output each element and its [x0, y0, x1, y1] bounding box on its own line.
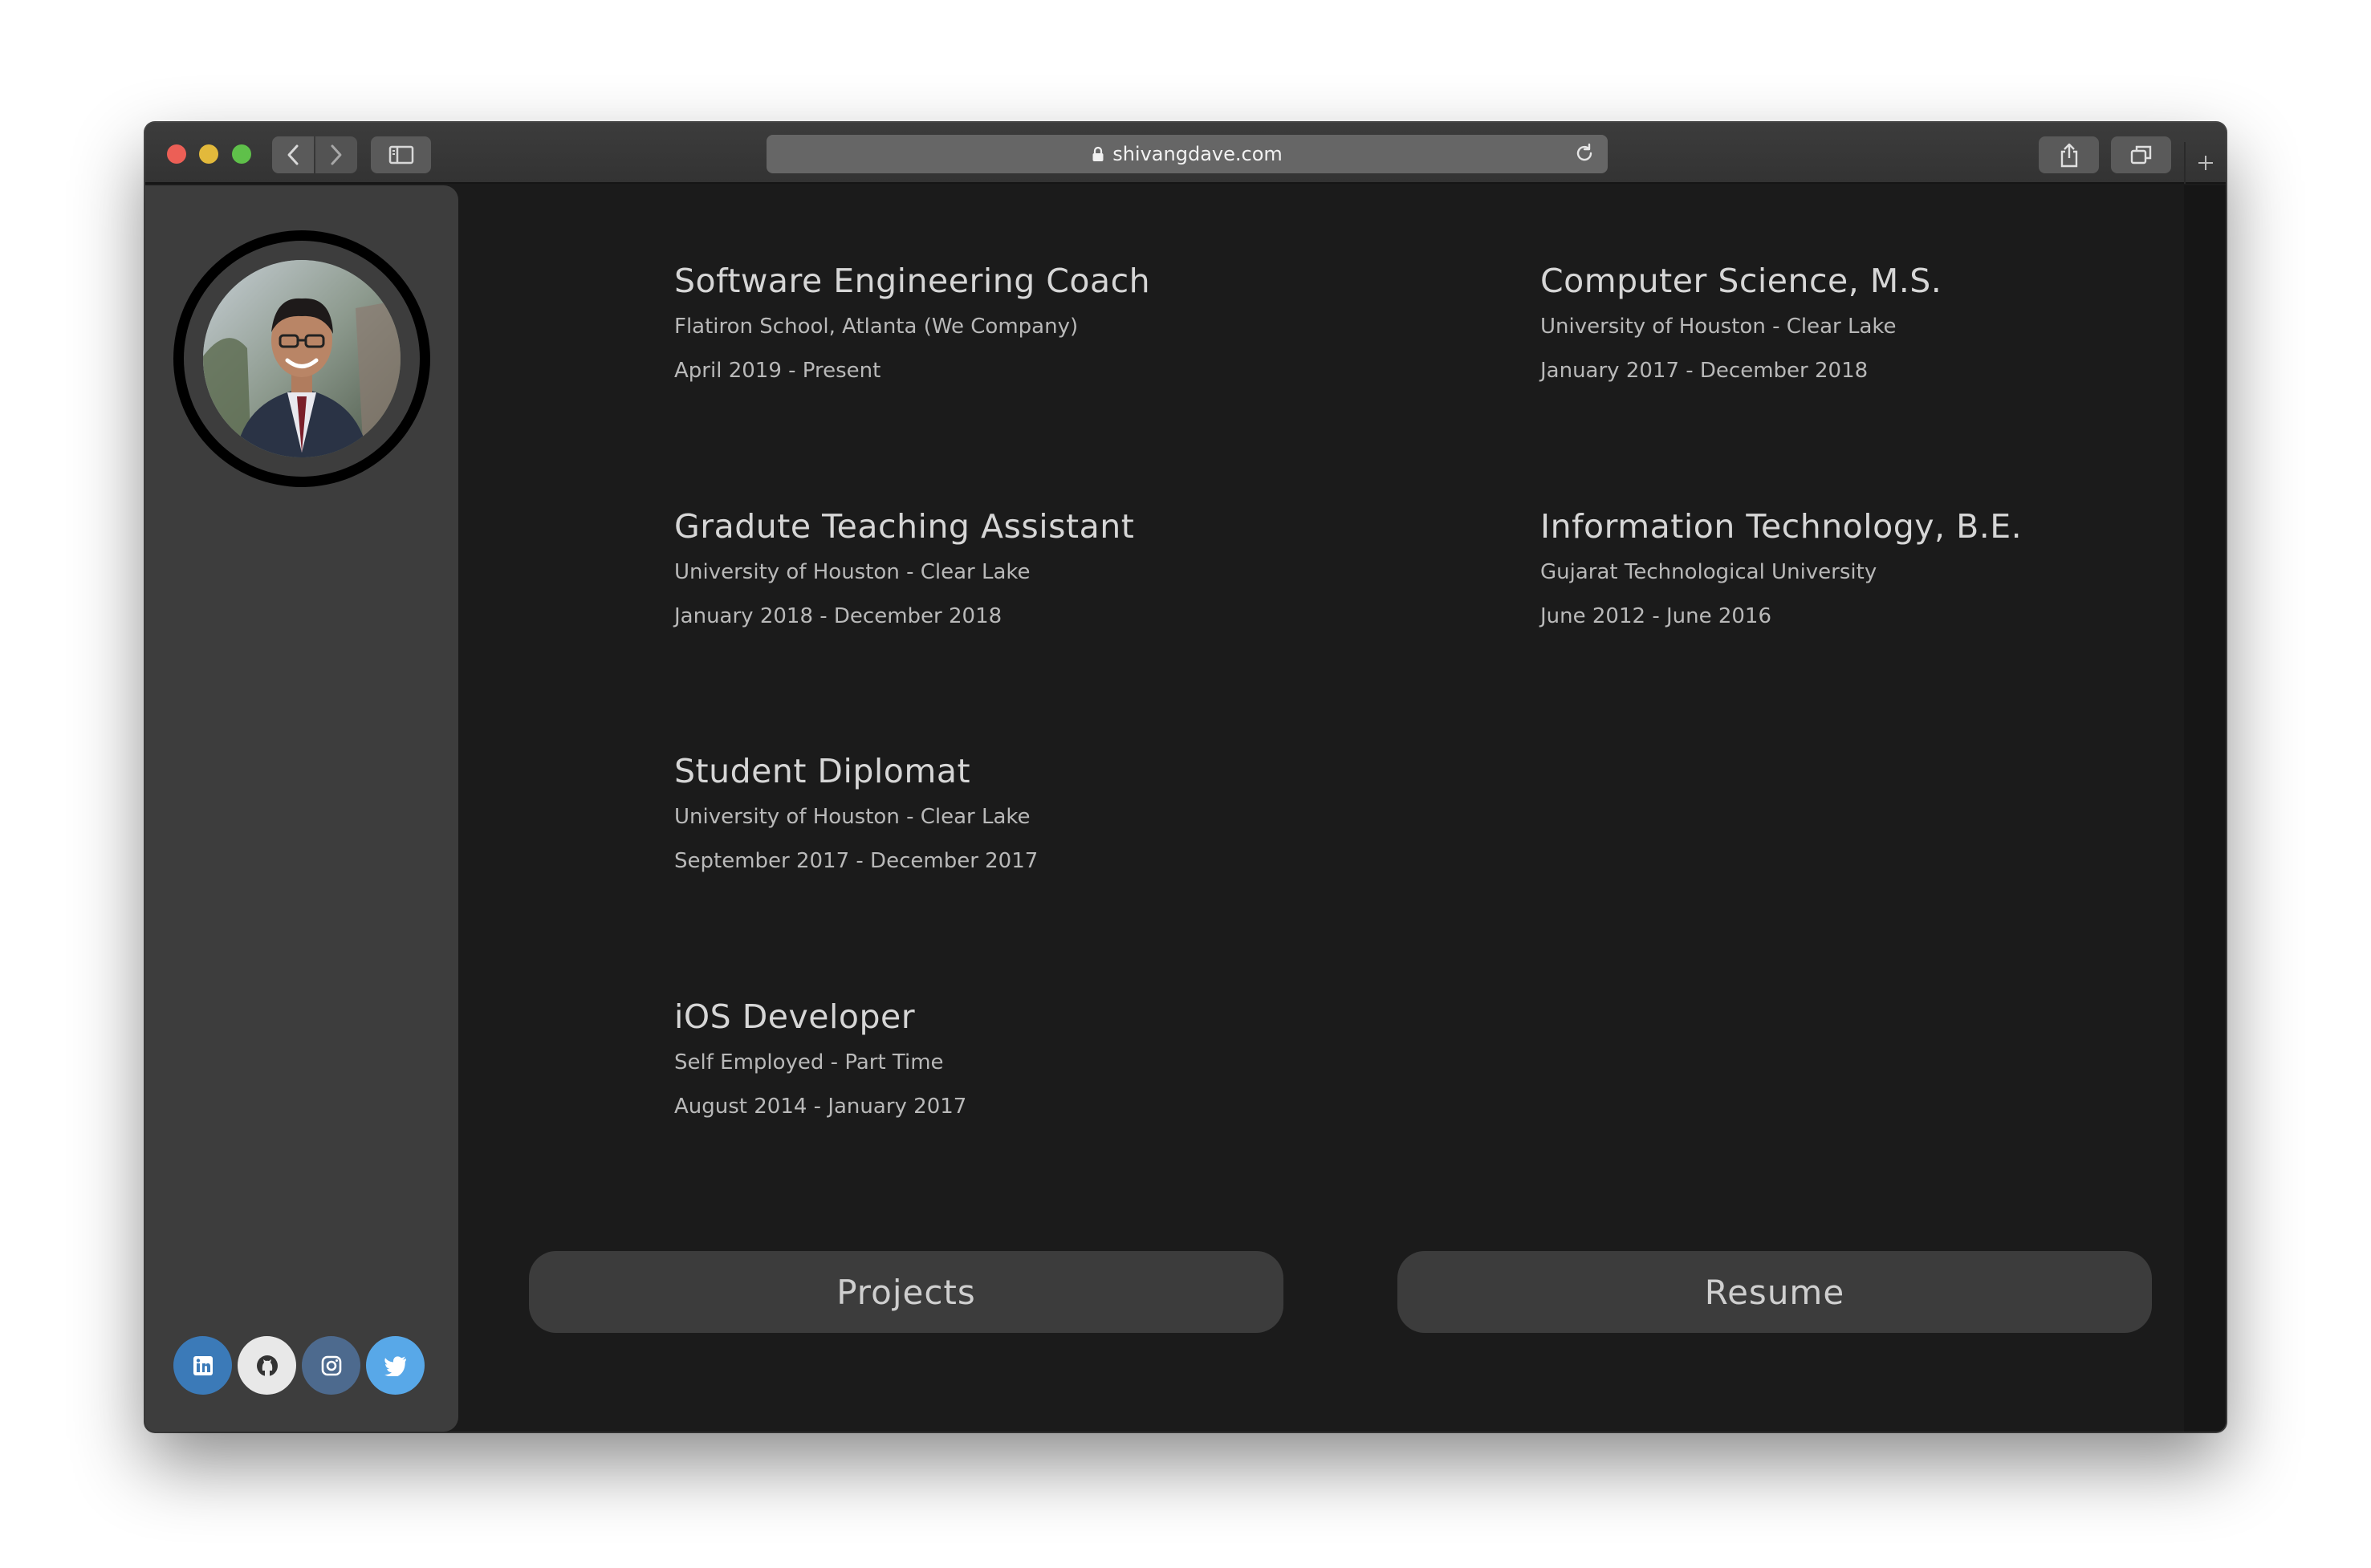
twitter-icon [384, 1355, 406, 1376]
education-institution: Gujarat Technological University [1540, 560, 1877, 584]
github-link[interactable] [238, 1336, 296, 1395]
projects-button[interactable]: Projects [529, 1251, 1283, 1333]
social-links [173, 1336, 425, 1395]
education-title: Information Technology, B.E. [1540, 507, 2023, 546]
browser-window: shivangdave.com Software Engineering Coa… [145, 123, 2226, 1432]
experience-title: Gradute Teaching Assistant [674, 507, 1135, 546]
scrollbar-track[interactable] [2184, 185, 2226, 1432]
back-button[interactable] [272, 136, 314, 173]
education-dates: January 2017 - December 2018 [1540, 359, 1869, 383]
experience-item: Software Engineering Coach Flatiron Scho… [674, 262, 1150, 383]
address-url: shivangdave.com [1112, 143, 1283, 165]
zoom-window-button[interactable] [232, 144, 251, 164]
experience-title: iOS Developer [674, 997, 916, 1036]
plus-icon [2198, 156, 2213, 170]
close-window-button[interactable] [167, 144, 186, 164]
sidebar-icon [388, 145, 413, 165]
chevron-left-icon [287, 144, 299, 165]
experience-dates: August 2014 - January 2017 [674, 1095, 967, 1119]
tabs-overview-button[interactable] [2111, 136, 2171, 173]
experience-item: iOS Developer Self Employed - Part Time … [674, 997, 966, 1119]
instagram-icon [321, 1355, 341, 1375]
resume-button[interactable]: Resume [1397, 1251, 2152, 1333]
experience-dates: September 2017 - December 2017 [674, 849, 1039, 873]
education-institution: University of Houston - Clear Lake [1540, 315, 1897, 339]
reload-button[interactable] [1574, 143, 1595, 164]
experience-organization: Flatiron School, Atlanta (We Company) [674, 315, 1079, 339]
avatar [173, 230, 430, 487]
linkedin-link[interactable] [173, 1336, 232, 1395]
experience-title: Student Diplomat [674, 752, 971, 790]
twitter-link[interactable] [366, 1336, 425, 1395]
forward-button[interactable] [315, 136, 357, 173]
experience-dates: April 2019 - Present [674, 359, 881, 383]
share-button[interactable] [2039, 136, 2099, 173]
profile-photo [203, 260, 401, 457]
experience-title: Software Engineering Coach [674, 262, 1151, 300]
new-tab-button[interactable] [2184, 142, 2226, 184]
person-portrait-icon [203, 260, 401, 457]
experience-organization: University of Houston - Clear Lake [674, 560, 1031, 584]
reload-icon [1576, 143, 1592, 161]
linkedin-icon [193, 1355, 213, 1375]
page-content: Software Engineering Coach Flatiron Scho… [145, 185, 2226, 1432]
minimize-window-button[interactable] [199, 144, 218, 164]
experience-organization: Self Employed - Part Time [674, 1050, 944, 1074]
share-icon [2060, 143, 2077, 168]
instagram-link[interactable] [302, 1336, 360, 1395]
chevron-right-icon [331, 144, 342, 165]
education-dates: June 2012 - June 2016 [1540, 604, 1772, 628]
education-item: Computer Science, M.S. University of Hou… [1540, 262, 1942, 383]
sidebar-toggle-button[interactable] [371, 136, 431, 173]
browser-toolbar: shivangdave.com [145, 123, 2226, 184]
education-title: Computer Science, M.S. [1540, 262, 1942, 300]
tabs-icon [2130, 145, 2151, 165]
experience-organization: University of Houston - Clear Lake [674, 805, 1031, 829]
experience-item: Student Diplomat University of Houston -… [674, 752, 1038, 873]
education-item: Information Technology, B.E. Gujarat Tec… [1540, 507, 2022, 628]
github-icon [256, 1355, 278, 1376]
navigation-buttons [272, 136, 357, 173]
experience-dates: January 2018 - December 2018 [674, 604, 1002, 628]
address-bar[interactable]: shivangdave.com [767, 135, 1608, 173]
profile-sidebar [145, 185, 458, 1432]
experience-item: Gradute Teaching Assistant University of… [674, 507, 1134, 628]
lock-icon [1092, 146, 1104, 162]
